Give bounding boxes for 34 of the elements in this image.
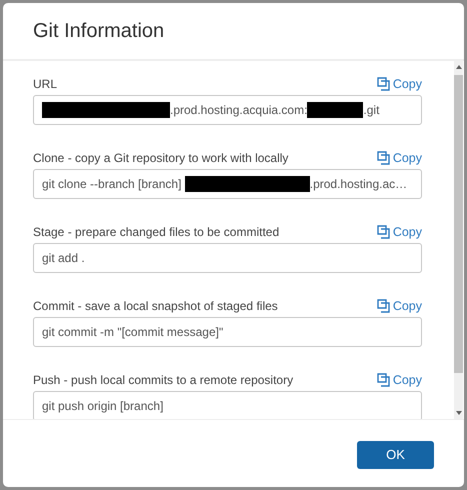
copy-button[interactable]: Copy (376, 77, 422, 91)
command-text: .prod.hosting.acquia.com: (170, 103, 308, 117)
command-text: git add . (42, 251, 85, 265)
command-text: git push origin [branch] (42, 399, 164, 413)
scroll-up-icon[interactable] (456, 65, 462, 69)
copy-button[interactable]: Copy (376, 225, 422, 239)
copy-button[interactable]: Copy (376, 373, 422, 387)
copy-icon (376, 299, 390, 313)
command-field[interactable]: git commit -m "[commit message]" (33, 317, 422, 347)
command-text: git commit -m "[commit message]" (42, 325, 224, 339)
copy-icon (376, 77, 390, 91)
scroll-down-icon[interactable] (456, 411, 462, 415)
field-label: Commit - save a local snapshot of staged files (33, 299, 278, 313)
scrollbar[interactable] (454, 61, 463, 419)
command-field[interactable]: git add . (33, 243, 422, 273)
copy-button[interactable]: Copy (376, 151, 422, 165)
command-text: git clone --branch [branch] (42, 177, 182, 191)
ok-button[interactable]: OK (357, 440, 434, 468)
command-text: .git (363, 103, 380, 117)
field-label: Stage - prepare changed files to be committed (33, 225, 280, 239)
command-field[interactable]: git clone --branch [branch] .prod.hosting.ac… (33, 169, 422, 199)
dialog-title: Git Information (33, 20, 164, 42)
field-label: URL (33, 77, 58, 91)
field-label: Push - push local commits to a remote repository (33, 373, 294, 387)
copy-icon (376, 151, 390, 165)
field-label: Clone - copy a Git repository to work with locally (33, 151, 288, 165)
copy-icon (376, 373, 390, 387)
command-text: .prod.hosting.ac… (310, 177, 408, 191)
copy-icon (376, 225, 390, 239)
scrollbar-thumb[interactable] (454, 75, 463, 373)
command-field[interactable]: .prod.hosting.acquia.com: .git (33, 95, 422, 125)
copy-button[interactable]: Copy (376, 299, 422, 313)
redaction-bar (307, 102, 364, 118)
command-field[interactable]: git push origin [branch] (33, 391, 422, 419)
